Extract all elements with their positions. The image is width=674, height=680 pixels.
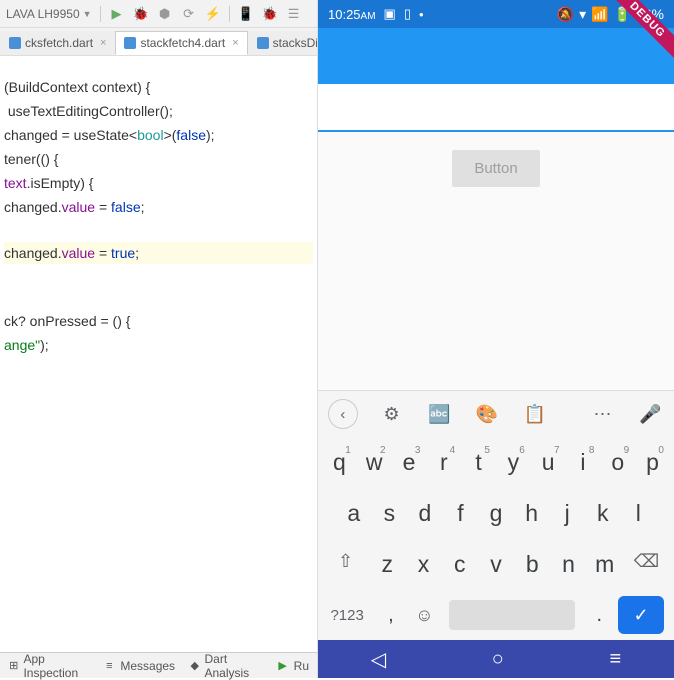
key-q[interactable]: q1	[322, 443, 357, 482]
notif-icon: ▯	[404, 6, 411, 22]
key-f[interactable]: f	[443, 494, 479, 533]
key-r[interactable]: r4	[426, 443, 461, 482]
comma-key[interactable]: ,	[376, 598, 405, 633]
key-o[interactable]: o9	[600, 443, 635, 482]
inspection-icon: ⊞	[8, 659, 19, 673]
nav-home-icon[interactable]: ○	[492, 648, 504, 671]
nav-recent-icon[interactable]: ≡	[610, 648, 622, 671]
tab-stackfetch4[interactable]: stackfetch4.dart×	[115, 31, 247, 55]
signal-icon: 📶	[591, 6, 608, 23]
gear-icon[interactable]: ⚙	[378, 400, 406, 428]
key-s[interactable]: s	[372, 494, 408, 533]
key-u[interactable]: u7	[531, 443, 566, 482]
coverage-icon[interactable]: ⬢	[157, 6, 173, 22]
device-selector[interactable]: LAVA LH9950▼	[6, 7, 92, 21]
android-navbar: ◁ ○ ≡	[318, 640, 674, 678]
key-h[interactable]: h	[514, 494, 550, 533]
dart-analysis-tab[interactable]: ◆Dart Analysis	[189, 652, 262, 680]
messages-icon: ≡	[102, 659, 116, 673]
ide-bottom-bar: ⊞App Inspection ≡Messages ◆Dart Analysis…	[0, 652, 317, 678]
key-v[interactable]: v	[478, 545, 514, 584]
key-m[interactable]: m	[587, 545, 623, 584]
dart-file-icon	[124, 37, 136, 49]
device-preview: 10:25AM ▣ ▯ • 🔕 ▾ 📶 🔋 96% DEBUG Button ‹…	[317, 0, 674, 678]
key-d[interactable]: d	[407, 494, 443, 533]
backspace-key[interactable]: ⌫	[623, 545, 670, 584]
symbols-key[interactable]: ?123	[322, 607, 372, 624]
mic-icon[interactable]: 🎤	[636, 400, 664, 428]
clipboard-icon[interactable]: 📋	[521, 400, 549, 428]
app-inspection-tab[interactable]: ⊞App Inspection	[8, 652, 88, 680]
battery-icon: 🔋	[614, 6, 631, 23]
key-z[interactable]: z	[369, 545, 405, 584]
space-key[interactable]	[449, 600, 575, 630]
key-t[interactable]: t5	[461, 443, 496, 482]
close-icon[interactable]: ×	[100, 37, 106, 49]
key-j[interactable]: j	[549, 494, 585, 533]
more-icon[interactable]: ⋯	[589, 400, 617, 428]
attach-icon[interactable]: 📱	[238, 6, 254, 22]
editor-tabs: cksfetch.dart× stackfetch4.dart× stacksD…	[0, 28, 317, 56]
emoji-key[interactable]: ☺	[410, 599, 439, 632]
run-tab[interactable]: ▶Ru	[276, 659, 309, 673]
ide-toolbar: LAVA LH9950▼ ▶ 🐞 ⬢ ⟳ ⚡ 📱 🐞 ☰	[0, 0, 317, 28]
app-body: Button	[318, 84, 674, 390]
period-key[interactable]: .	[585, 598, 614, 633]
kbd-row-1: q1w2e3r4t5y6u7i8o9p0	[318, 437, 674, 488]
key-x[interactable]: x	[405, 545, 441, 584]
hot-reload-icon[interactable]: ⚡	[205, 6, 221, 22]
kbd-row-2: asdfghjkl	[318, 488, 674, 539]
nav-back-icon[interactable]: ◁	[371, 647, 386, 672]
key-l[interactable]: l	[621, 494, 657, 533]
run-icon: ▶	[276, 659, 290, 673]
android-status-bar: 10:25AM ▣ ▯ • 🔕 ▾ 📶 🔋 96%	[318, 0, 674, 28]
shift-key[interactable]: ⇧	[322, 545, 369, 584]
key-b[interactable]: b	[514, 545, 550, 584]
more-icon[interactable]: ☰	[286, 6, 302, 22]
key-w[interactable]: w2	[357, 443, 392, 482]
dart-file-icon	[9, 37, 21, 49]
run-icon[interactable]: ▶	[109, 6, 125, 22]
stop-icon[interactable]: 🐞	[262, 6, 278, 22]
debug-icon[interactable]: 🐞	[133, 6, 149, 22]
translate-icon[interactable]: 🔤	[425, 400, 453, 428]
key-k[interactable]: k	[585, 494, 621, 533]
app-bar	[318, 28, 674, 84]
kbd-row-4: ?123 , ☺ . ✓	[318, 590, 674, 640]
status-time: 10:25AM	[328, 7, 376, 22]
notif-icon: ▣	[384, 6, 396, 22]
wifi-icon: ▾	[579, 6, 586, 23]
dart-icon: ◆	[189, 659, 200, 673]
text-field[interactable]	[318, 84, 674, 132]
disabled-button: Button	[452, 150, 539, 187]
messages-tab[interactable]: ≡Messages	[102, 659, 175, 673]
key-e[interactable]: e3	[392, 443, 427, 482]
keyboard-toolbar: ‹ ⚙ 🔤 🎨 📋 ⋯ 🎤	[318, 391, 674, 437]
notif-dot-icon: •	[419, 7, 424, 22]
battery-pct: 96%	[636, 6, 664, 22]
kbd-row-3: ⇧ zxcvbnm ⌫	[318, 539, 674, 590]
palette-icon[interactable]: 🎨	[473, 400, 501, 428]
key-p[interactable]: p0	[635, 443, 670, 482]
profile-icon[interactable]: ⟳	[181, 6, 197, 22]
kbd-back-icon[interactable]: ‹	[328, 399, 358, 429]
key-c[interactable]: c	[442, 545, 478, 584]
key-n[interactable]: n	[550, 545, 586, 584]
code-editor[interactable]: (BuildContext context) { useTextEditingC…	[0, 56, 317, 374]
key-y[interactable]: y6	[496, 443, 531, 482]
dnd-icon: 🔕	[557, 6, 574, 23]
enter-key[interactable]: ✓	[618, 596, 664, 634]
key-i[interactable]: i8	[566, 443, 601, 482]
tab-cksfetch[interactable]: cksfetch.dart×	[0, 31, 115, 55]
key-g[interactable]: g	[478, 494, 514, 533]
key-a[interactable]: a	[336, 494, 372, 533]
close-icon[interactable]: ×	[232, 37, 238, 49]
dart-file-icon	[257, 37, 269, 49]
soft-keyboard: ‹ ⚙ 🔤 🎨 📋 ⋯ 🎤 q1w2e3r4t5y6u7i8o9p0 asdfg…	[318, 390, 674, 640]
